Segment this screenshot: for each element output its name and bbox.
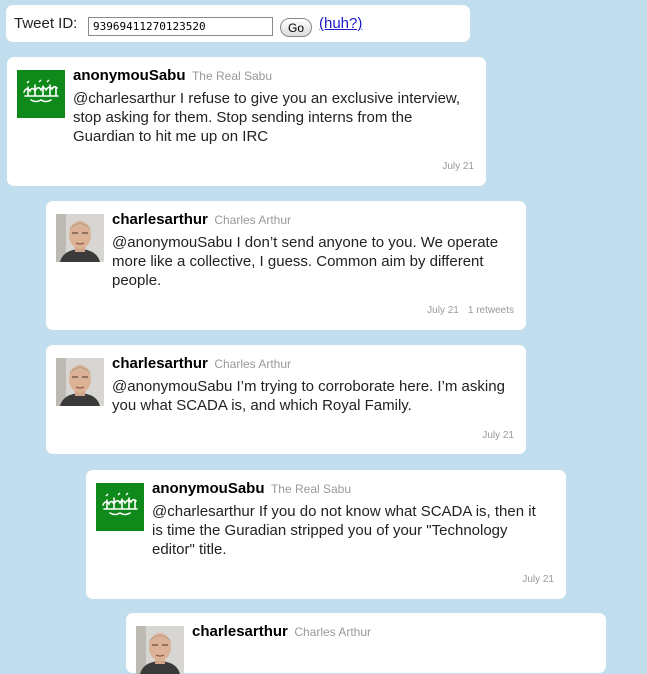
tweet-id-label: Tweet ID: — [14, 15, 78, 32]
go-button[interactable]: Go — [280, 18, 312, 37]
tweet-meta: July 21 — [482, 430, 514, 441]
tweet-id-search-bar: Tweet ID: Go (huh?) — [6, 5, 470, 42]
green-flag-icon — [17, 70, 65, 118]
fullname: The Real Sabu — [191, 69, 273, 83]
fullname: The Real Sabu — [270, 482, 352, 496]
tweet-date[interactable]: July 21 — [442, 161, 474, 172]
help-link-wrapper: (huh?) — [319, 15, 362, 32]
tweet-card: charlesarthur Charles Arthur @anonymouSa… — [46, 345, 526, 454]
tweet-meta: July 21 — [442, 161, 474, 172]
username[interactable]: charlesarthur — [112, 355, 208, 372]
avatar[interactable] — [136, 626, 184, 674]
fullname: Charles Arthur — [214, 357, 292, 371]
username[interactable]: anonymouSabu — [73, 67, 186, 84]
tweet-meta: July 21 1 retweets — [427, 305, 514, 316]
green-flag-icon — [96, 483, 144, 531]
avatar[interactable] — [56, 358, 104, 406]
tweet-meta: July 21 — [522, 574, 554, 585]
tweet-card: anonymouSabu The Real Sabu @charlesarthu… — [86, 470, 566, 599]
tweet-text: @anonymouSabu I’m trying to corroborate … — [112, 378, 505, 414]
username[interactable]: anonymouSabu — [152, 480, 265, 497]
tweet-text: @charlesarthur If you do not know what S… — [152, 503, 536, 558]
username[interactable]: charlesarthur — [112, 211, 208, 228]
tweet-text: @charlesarthur I refuse to give you an e… — [73, 90, 461, 145]
tweet-header: anonymouSabu The Real Sabu — [152, 480, 351, 498]
man-portrait-icon — [56, 214, 104, 262]
tweet-id-input[interactable] — [88, 17, 273, 36]
tweet-card: charlesarthur Charles Arthur — [126, 613, 606, 673]
avatar[interactable] — [17, 70, 65, 118]
tweet-header: anonymouSabu The Real Sabu — [73, 67, 272, 85]
fullname: Charles Arthur — [294, 625, 372, 639]
username[interactable]: charlesarthur — [192, 623, 288, 640]
tweet-header: charlesarthur Charles Arthur — [112, 211, 291, 229]
tweet-date[interactable]: July 21 — [482, 430, 514, 441]
fullname: Charles Arthur — [214, 213, 292, 227]
retweet-count[interactable]: 1 retweets — [468, 305, 514, 316]
tweet-card: charlesarthur Charles Arthur @anonymouSa… — [46, 201, 526, 330]
tweet-header: charlesarthur Charles Arthur — [112, 355, 291, 373]
tweet-card: anonymouSabu The Real Sabu @charlesarthu… — [7, 57, 486, 186]
tweet-header: charlesarthur Charles Arthur — [192, 623, 371, 641]
tweet-text: @anonymouSabu I don’t send anyone to you… — [112, 234, 499, 289]
man-portrait-icon — [56, 358, 104, 406]
tweet-date[interactable]: July 21 — [522, 574, 554, 585]
man-portrait-icon — [136, 626, 184, 674]
avatar[interactable] — [96, 483, 144, 531]
help-link[interactable]: (huh?) — [319, 15, 362, 32]
tweet-date[interactable]: July 21 — [427, 305, 459, 316]
avatar[interactable] — [56, 214, 104, 262]
